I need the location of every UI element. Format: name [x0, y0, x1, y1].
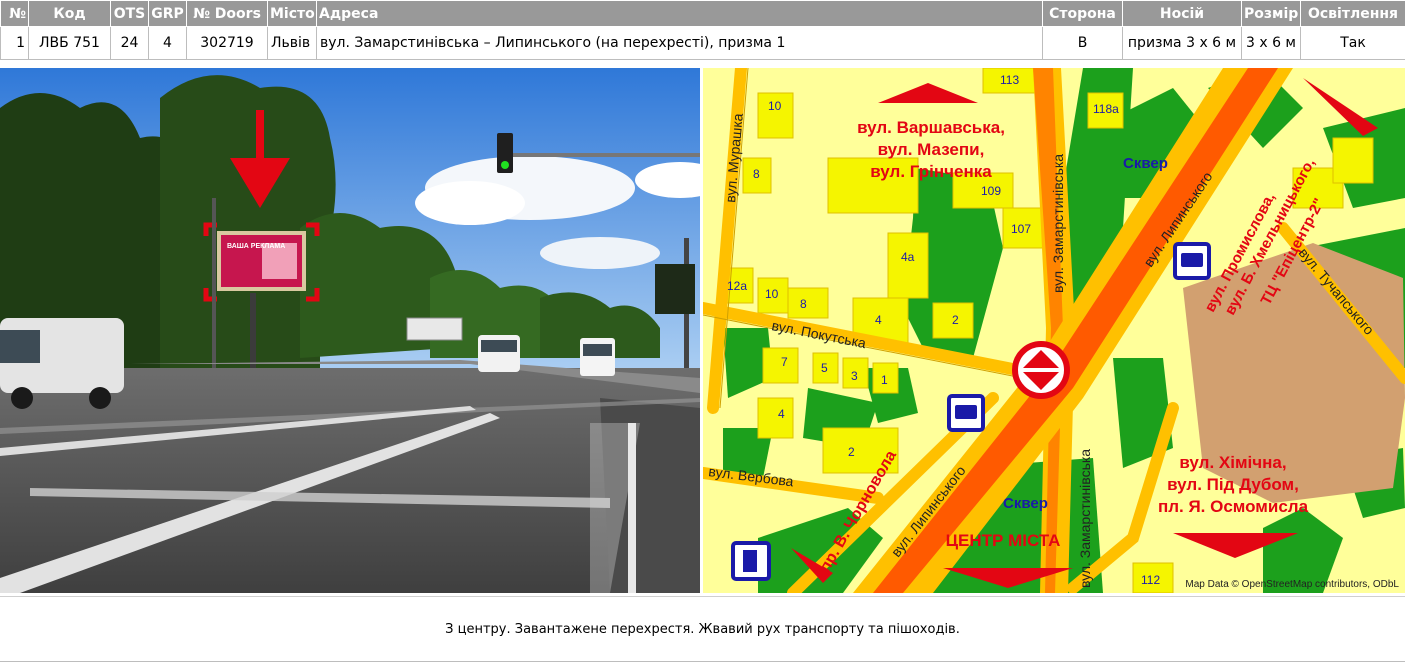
- cell-grp: 4: [148, 26, 187, 60]
- north-label-line-3: вул. Грінченка: [870, 162, 992, 181]
- house-number: 2: [952, 313, 959, 327]
- col-num: №: [0, 0, 29, 27]
- table-header-row: № Код OTS GRP № Doors Місто Адреса Сторо…: [0, 0, 1405, 27]
- white-minibus: [478, 335, 520, 372]
- bus-stop-icon: [1173, 242, 1211, 280]
- cell-doors: 302719: [186, 26, 268, 60]
- house-number: 1: [881, 373, 888, 387]
- map-canvas: вул. Варшавська, вул. Мазепи, вул. Грінч…: [703, 68, 1405, 593]
- house-number: 112: [1141, 573, 1160, 587]
- col-lighting: Освітлення: [1300, 0, 1405, 27]
- house-number: 113: [1000, 73, 1019, 87]
- billboard-table: № Код OTS GRP № Doors Місто Адреса Сторо…: [0, 0, 1405, 60]
- house-number: 10: [765, 287, 779, 301]
- col-code: Код: [28, 0, 111, 27]
- cell-lighting: Так: [1300, 26, 1405, 60]
- cell-code: ЛВБ 751: [28, 26, 111, 60]
- house-number: 3: [851, 369, 858, 383]
- map-credit: Map Data © OpenStreetMap contributors, O…: [1185, 579, 1399, 590]
- cell-address: вул. Замарстинівська – Липинського (на п…: [316, 26, 1043, 60]
- south-east-label-line-3: пл. Я. Осмомисла: [1158, 497, 1309, 516]
- street-scene: ВАША РЕКЛАМА: [0, 68, 700, 593]
- cell-ots: 24: [110, 26, 149, 60]
- cell-city: Львів: [267, 26, 317, 60]
- square-label: Сквер: [1123, 155, 1168, 172]
- col-city: Місто: [267, 0, 317, 27]
- col-grp: GRP: [148, 0, 187, 27]
- col-ots: OTS: [110, 0, 149, 27]
- table-row: 1 ЛВБ 751 24 4 302719 Львів вул. Замарст…: [0, 26, 1405, 60]
- billboard-photo: ВАША РЕКЛАМА: [0, 68, 700, 593]
- cell-size: 3 х 6 м: [1241, 26, 1301, 60]
- center-direction-label: ЦЕНТР МІСТА: [946, 531, 1061, 550]
- house-number: 10: [768, 99, 782, 113]
- billboard-ad-text: ВАША РЕКЛАМА: [227, 243, 285, 250]
- north-direction-label: вул. Варшавська, вул. Мазепи, вул. Грінч…: [857, 118, 1005, 181]
- bus-stop-icon: [947, 394, 985, 432]
- south-east-direction-label: вул. Хімічна, вул. Під Дубом, пл. Я. Осм…: [1158, 453, 1309, 516]
- house-number: 8: [800, 297, 807, 311]
- house-number: 8: [753, 167, 760, 181]
- south-east-label-line-1: вул. Хімічна,: [1179, 453, 1286, 472]
- house-number: 2: [848, 445, 855, 459]
- house-number: 4а: [901, 250, 915, 264]
- house-number: 5: [821, 361, 828, 375]
- house-number: 12а: [727, 279, 747, 293]
- col-size: Розмір: [1241, 0, 1301, 27]
- section-divider: [0, 661, 1405, 662]
- fuel-station-icon: [731, 541, 771, 581]
- square-label: Сквер: [1003, 495, 1048, 512]
- north-label-line-1: вул. Варшавська,: [857, 118, 1005, 137]
- white-van-right: [580, 338, 615, 376]
- section-divider: [0, 596, 1405, 597]
- cell-side: B: [1042, 26, 1123, 60]
- location-description: З центру. Завантажене перехрестя. Жвавий…: [445, 622, 960, 637]
- house-number: 4: [875, 313, 882, 327]
- house-number: 107: [1011, 222, 1031, 236]
- street-label-zamarstynivska-bottom: вул. Замарстинівська: [1077, 449, 1093, 588]
- col-address: Адреса: [316, 0, 1043, 27]
- house-number: 7: [781, 355, 788, 369]
- north-label-line-2: вул. Мазепи,: [878, 140, 985, 159]
- street-label-zamarstynivska-top: вул. Замарстинівська: [1050, 154, 1066, 293]
- transport-hub-icon: [1012, 341, 1070, 399]
- col-side: Сторона: [1042, 0, 1123, 27]
- house-number: 109: [981, 184, 1001, 198]
- location-map: вул. Варшавська, вул. Мазепи, вул. Грінч…: [703, 68, 1405, 593]
- south-east-label-line-2: вул. Під Дубом,: [1167, 475, 1299, 494]
- cell-carrier: призма 3 х 6 м: [1122, 26, 1242, 60]
- house-number: 4: [778, 407, 785, 421]
- cell-num: 1: [0, 26, 29, 60]
- col-doors: № Doors: [186, 0, 268, 27]
- col-carrier: Носій: [1122, 0, 1242, 27]
- house-number: 118а: [1093, 102, 1119, 116]
